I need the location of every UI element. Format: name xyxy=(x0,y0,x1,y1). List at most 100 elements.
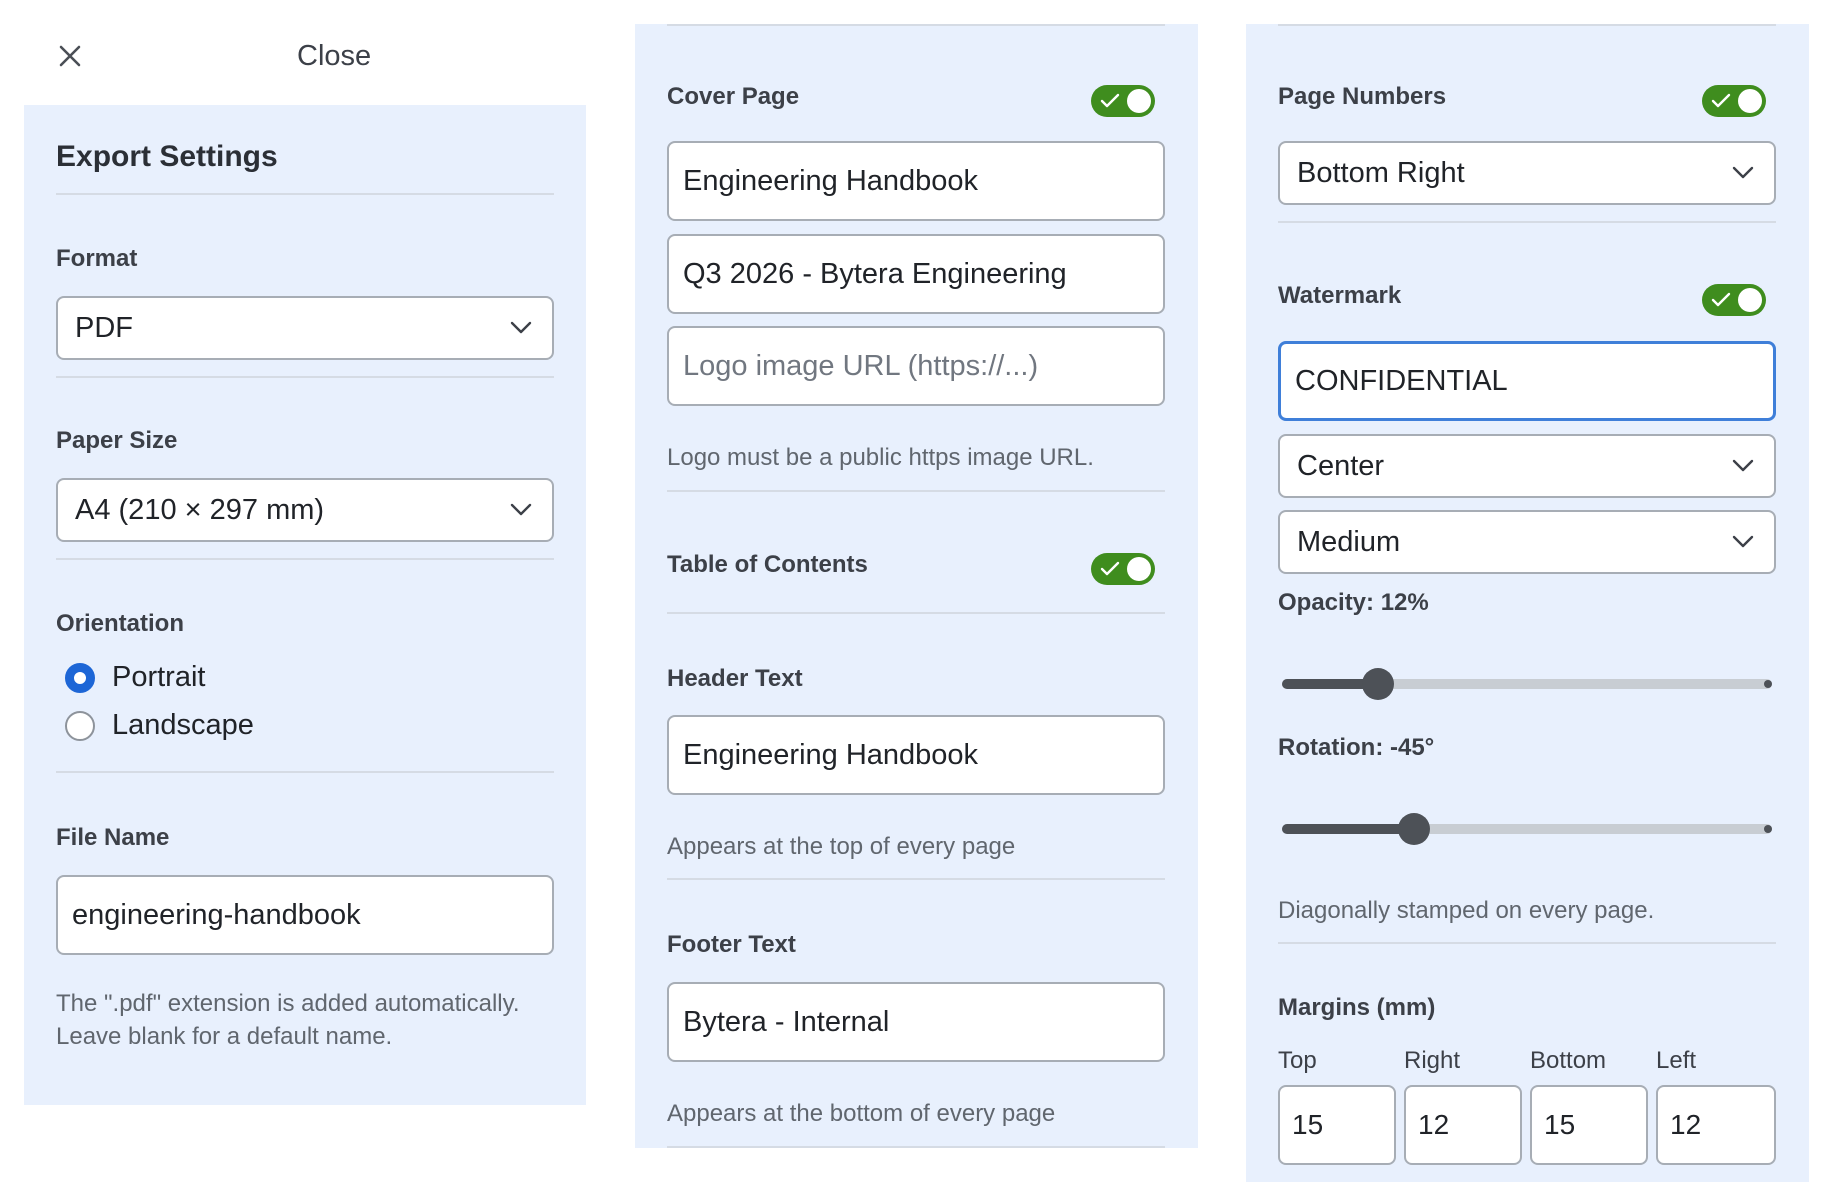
page-numbers-label: Page Numbers xyxy=(1278,83,1447,110)
check-icon xyxy=(1711,292,1731,307)
margin-left-value: 12 xyxy=(1670,1109,1702,1140)
divider xyxy=(1278,24,1776,26)
radio-label: Portrait xyxy=(112,661,206,693)
check-icon xyxy=(1100,561,1120,576)
orientation-option-landscape[interactable]: Landscape xyxy=(64,706,284,746)
toggle-knob xyxy=(1738,89,1762,113)
divider xyxy=(667,612,1165,614)
slider-fill xyxy=(1282,824,1414,834)
footer-text-help: Appears at the bottom of every page xyxy=(667,1100,1056,1127)
logo-url-input[interactable]: Logo image URL (https://...) xyxy=(667,326,1165,406)
divider xyxy=(667,490,1165,492)
toggle-knob xyxy=(1127,89,1151,113)
margin-left-label: Left xyxy=(1656,1047,1697,1074)
chevron-down-icon xyxy=(1732,535,1754,548)
cover-subtitle-input[interactable]: Q3 2026 - Bytera Engineering xyxy=(667,234,1165,314)
orientation-option-portrait[interactable]: Portrait xyxy=(64,658,264,698)
file-name-help: The ".pdf" extension is added automatica… xyxy=(56,990,520,1050)
watermark-size-select[interactable]: Medium xyxy=(1278,510,1776,574)
page-numbers-toggle[interactable] xyxy=(1702,85,1766,117)
radio-label: Landscape xyxy=(112,709,254,741)
chevron-down-icon xyxy=(510,321,532,334)
file-name-input[interactable]: engineering-handbook xyxy=(56,875,554,955)
margin-left-input[interactable]: 12 xyxy=(1656,1085,1776,1165)
opacity-slider[interactable] xyxy=(1278,664,1778,704)
divider xyxy=(667,878,1165,880)
margin-right-label: Right xyxy=(1404,1047,1461,1074)
margin-top-value: 15 xyxy=(1292,1109,1324,1140)
orientation-label: Orientation xyxy=(56,610,185,637)
format-select[interactable]: PDF xyxy=(56,296,554,360)
cover-title-value: Engineering Handbook xyxy=(683,164,979,197)
watermark-label: Watermark xyxy=(1278,282,1402,309)
watermark-text-input[interactable]: CONFIDENTIAL xyxy=(1278,341,1776,421)
margin-bottom-input[interactable]: 15 xyxy=(1530,1085,1648,1165)
watermark-toggle[interactable] xyxy=(1702,284,1766,316)
header-text-input[interactable]: Engineering Handbook xyxy=(667,715,1165,795)
slider-thumb[interactable] xyxy=(1398,813,1430,845)
file-name-label: File Name xyxy=(56,824,170,851)
watermark-position-select[interactable]: Center xyxy=(1278,434,1776,498)
chevron-down-icon xyxy=(1732,459,1754,472)
layout-settings-panel: Page Numbers Bottom Right Watermark CONF… xyxy=(1246,24,1809,1182)
export-settings-panel: Export Settings Format PDF Paper Size A4… xyxy=(24,105,586,1105)
watermark-text-value: CONFIDENTIAL xyxy=(1295,364,1508,397)
margin-bottom-label: Bottom xyxy=(1530,1047,1607,1074)
footer-text-value: Bytera - Internal xyxy=(683,1005,890,1038)
divider xyxy=(667,1146,1165,1148)
watermark-help: Diagonally stamped on every page. xyxy=(1278,897,1655,924)
toggle-knob xyxy=(1738,288,1762,312)
radio-button[interactable] xyxy=(65,711,95,741)
logo-help: Logo must be a public https image URL. xyxy=(667,444,1094,471)
paper-size-label: Paper Size xyxy=(56,427,178,454)
cover-page-toggle[interactable] xyxy=(1091,85,1155,117)
chevron-down-icon xyxy=(510,503,532,516)
watermark-position-value: Center xyxy=(1297,449,1385,482)
margin-top-label: Top xyxy=(1278,1047,1317,1074)
opacity-label: Opacity: 12% xyxy=(1278,589,1429,616)
paper-size-value: A4 (210 × 297 mm) xyxy=(75,493,325,526)
toc-label: Table of Contents xyxy=(667,551,868,578)
paper-size-select[interactable]: A4 (210 × 297 mm) xyxy=(56,478,554,542)
format-label: Format xyxy=(56,245,138,272)
cover-title-input[interactable]: Engineering Handbook xyxy=(667,141,1165,221)
panel-title: Export Settings xyxy=(56,140,278,173)
content-settings-panel: Cover Page Engineering Handbook Q3 2026 … xyxy=(635,24,1198,1148)
slider-end-dot xyxy=(1764,680,1772,688)
footer-text-input[interactable]: Bytera - Internal xyxy=(667,982,1165,1062)
close-icon[interactable] xyxy=(59,45,81,67)
divider xyxy=(56,193,554,195)
check-icon xyxy=(1711,93,1731,108)
chevron-down-icon xyxy=(1732,166,1754,179)
divider xyxy=(56,376,554,378)
rotation-label: Rotation: -45° xyxy=(1278,734,1435,761)
header-text-help: Appears at the top of every page xyxy=(667,833,1016,860)
footer-text-label: Footer Text xyxy=(667,931,796,958)
margin-top-input[interactable]: 15 xyxy=(1278,1085,1396,1165)
logo-url-placeholder: Logo image URL (https://...) xyxy=(683,349,1039,382)
format-value: PDF xyxy=(75,311,133,344)
divider xyxy=(1278,942,1776,944)
cover-subtitle-value: Q3 2026 - Bytera Engineering xyxy=(683,257,1067,290)
margins-label: Margins (mm) xyxy=(1278,994,1436,1021)
close-button[interactable]: Close xyxy=(50,36,380,76)
radio-button[interactable] xyxy=(65,663,95,693)
file-name-value: engineering-handbook xyxy=(72,898,361,931)
toggle-knob xyxy=(1127,557,1151,581)
page-number-position-select[interactable]: Bottom Right xyxy=(1278,141,1776,205)
divider xyxy=(56,558,554,560)
rotation-slider[interactable] xyxy=(1278,809,1778,849)
close-label: Close xyxy=(297,40,372,72)
margin-right-value: 12 xyxy=(1418,1109,1450,1140)
divider xyxy=(667,24,1165,26)
check-icon xyxy=(1100,93,1120,108)
cover-page-label: Cover Page xyxy=(667,83,800,110)
toc-toggle[interactable] xyxy=(1091,553,1155,585)
header-text-value: Engineering Handbook xyxy=(683,738,979,771)
margin-right-input[interactable]: 12 xyxy=(1404,1085,1522,1165)
slider-end-dot xyxy=(1764,825,1772,833)
slider-thumb[interactable] xyxy=(1362,668,1394,700)
divider xyxy=(1278,221,1776,223)
header-text-label: Header Text xyxy=(667,665,803,692)
divider xyxy=(56,771,554,773)
